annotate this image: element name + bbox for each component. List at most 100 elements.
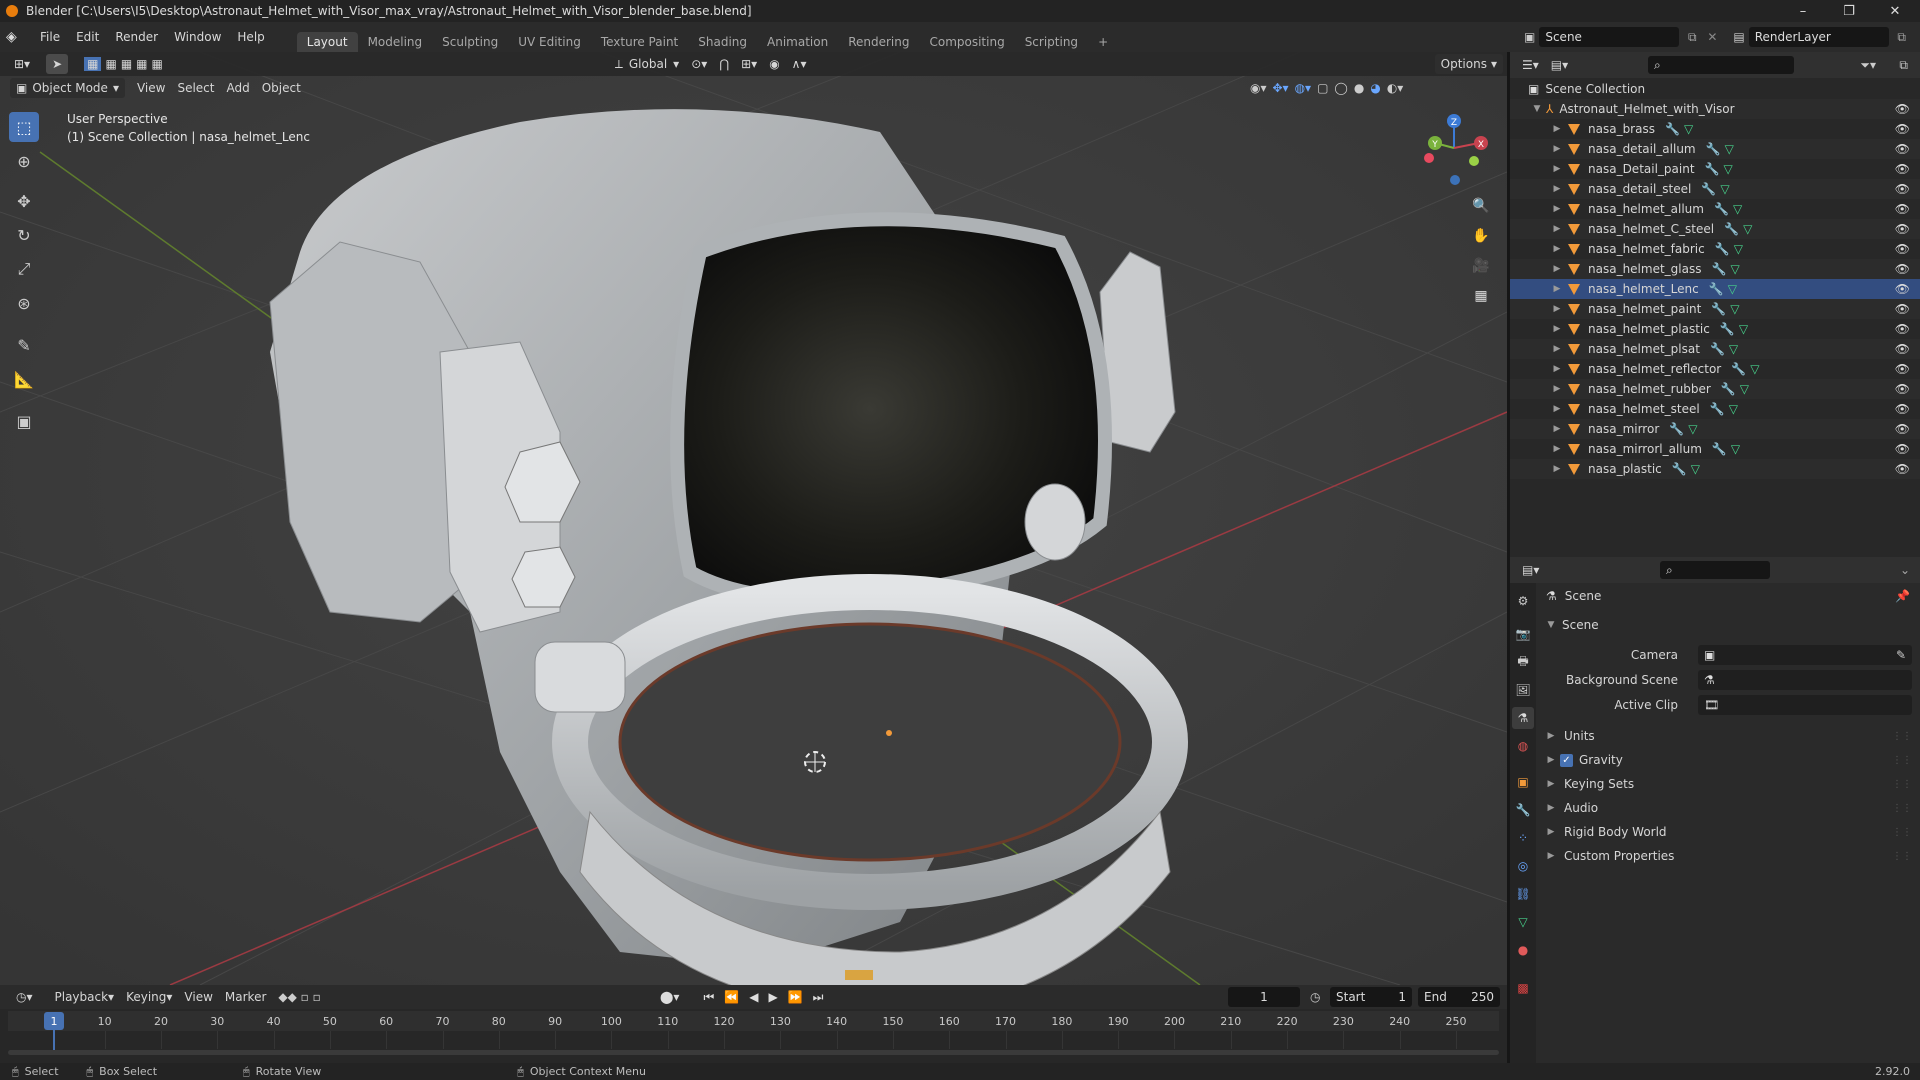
- tab-object[interactable]: ▣: [1512, 771, 1534, 793]
- menu-render[interactable]: Render: [107, 30, 166, 44]
- eye-icon[interactable]: 👁: [1895, 402, 1910, 416]
- expand-icon[interactable]: ▶: [1550, 284, 1564, 294]
- drag-handle-icon[interactable]: ⋮⋮: [1892, 779, 1912, 790]
- mesh-data-icon[interactable]: ▽: [1691, 462, 1700, 476]
- camera-field[interactable]: ▣ ✎: [1698, 645, 1912, 665]
- rendered-shading-icon[interactable]: ◐▾: [1387, 81, 1404, 95]
- panel-expand-icon[interactable]: ▶: [1544, 731, 1558, 741]
- view-layer-icon[interactable]: ▤: [1733, 30, 1744, 44]
- eye-icon[interactable]: 👁: [1895, 202, 1910, 216]
- menu-select[interactable]: Select: [171, 78, 220, 98]
- menu-keying[interactable]: Keying ▾: [120, 987, 178, 1007]
- prev-keyframe-button[interactable]: ⏪: [724, 990, 739, 1004]
- mesh-data-icon[interactable]: ▽: [1728, 282, 1737, 296]
- modifier-icon[interactable]: 🔧: [1705, 162, 1720, 176]
- pin-icon[interactable]: 📌: [1895, 589, 1910, 603]
- modifier-icon[interactable]: 🔧: [1710, 342, 1725, 356]
- mesh-data-icon[interactable]: ▽: [1684, 122, 1693, 136]
- expand-icon[interactable]: ▶: [1550, 144, 1564, 154]
- tab-world[interactable]: ◍: [1512, 735, 1534, 757]
- modifier-icon[interactable]: 🔧: [1712, 442, 1727, 456]
- visibility-eye-icon[interactable]: ◉▾: [1250, 81, 1267, 95]
- display-mode-dropdown[interactable]: ▤▾: [1545, 55, 1574, 75]
- tab-compositing[interactable]: Compositing: [919, 32, 1014, 52]
- mesh-data-icon[interactable]: ▽: [1688, 422, 1697, 436]
- tab-animation[interactable]: Animation: [757, 32, 838, 52]
- modifier-icon[interactable]: 🔧: [1721, 382, 1736, 396]
- zoom-button[interactable]: 🔍: [1468, 193, 1494, 219]
- expand-icon[interactable]: ▶: [1550, 264, 1564, 274]
- eye-icon[interactable]: 👁: [1895, 282, 1910, 296]
- menu-playback[interactable]: Playback ▾: [49, 987, 121, 1007]
- outliner-row-object[interactable]: ▶ nasa_helmet_rubber 🔧 ▽ 👁: [1510, 379, 1920, 399]
- mesh-data-icon[interactable]: ▽: [1750, 362, 1759, 376]
- outliner-row-object[interactable]: ▶ nasa_mirror 🔧 ▽ 👁: [1510, 419, 1920, 439]
- move-tool[interactable]: ✥: [9, 186, 39, 216]
- filter-icon[interactable]: ⏷▾: [1860, 58, 1876, 73]
- outliner-row-object[interactable]: ▶ nasa_helmet_glass 🔧 ▽ 👁: [1510, 259, 1920, 279]
- modifier-icon[interactable]: 🔧: [1724, 222, 1739, 236]
- mesh-data-icon[interactable]: ▽: [1730, 262, 1739, 276]
- outliner-row-object[interactable]: ▶ nasa_helmet_plsat 🔧 ▽ 👁: [1510, 339, 1920, 359]
- neg-x-axis-icon[interactable]: [1424, 153, 1434, 163]
- maximize-button[interactable]: ❐: [1826, 0, 1872, 22]
- expand-icon[interactable]: ▶: [1550, 424, 1564, 434]
- modifier-icon[interactable]: 🔧: [1720, 322, 1735, 336]
- scene-panel-header[interactable]: ▼ Scene: [1536, 614, 1920, 636]
- drag-handle-icon[interactable]: ⋮⋮: [1892, 755, 1912, 766]
- mesh-data-icon[interactable]: ▽: [1743, 222, 1752, 236]
- eye-icon[interactable]: 👁: [1895, 142, 1910, 156]
- tab-scene[interactable]: ⚗: [1512, 707, 1534, 729]
- menu-edit[interactable]: Edit: [68, 30, 107, 44]
- tab-layout[interactable]: Layout: [296, 32, 358, 52]
- navigation-gizmo[interactable]: Z Y X: [1410, 110, 1490, 190]
- select-extend-icon[interactable]: ▦: [105, 57, 116, 71]
- mesh-data-icon[interactable]: ▽: [1731, 442, 1740, 456]
- subpanel-header[interactable]: ▶ ✓ Gravity ⋮⋮: [1536, 749, 1920, 771]
- outliner-row-object[interactable]: ▶ nasa_helmet_paint 🔧 ▽ 👁: [1510, 299, 1920, 319]
- outliner-row-object[interactable]: ▶ nasa_detail_steel 🔧 ▽ 👁: [1510, 179, 1920, 199]
- expand-icon[interactable]: ▶: [1550, 304, 1564, 314]
- gizmo-toggle-icon[interactable]: ✥▾: [1273, 81, 1289, 95]
- expand-icon[interactable]: ▶: [1550, 344, 1564, 354]
- pivot-point-dropdown[interactable]: ⊙▾: [685, 54, 713, 74]
- select-box-tool[interactable]: ⬚: [9, 112, 39, 142]
- material-shading-icon[interactable]: ◕: [1370, 81, 1380, 95]
- modifier-icon[interactable]: 🔧: [1711, 302, 1726, 316]
- play-button[interactable]: ▶: [768, 990, 777, 1004]
- pan-button[interactable]: ✋: [1468, 223, 1494, 249]
- subpanel-header[interactable]: ▶ Audio ⋮⋮: [1536, 797, 1920, 819]
- drag-handle-icon[interactable]: ⋮⋮: [1892, 827, 1912, 838]
- outliner-row-object[interactable]: ▶ nasa_plastic 🔧 ▽ 👁: [1510, 459, 1920, 479]
- mesh-data-icon[interactable]: ▽: [1720, 182, 1729, 196]
- eye-icon[interactable]: 👁: [1895, 322, 1910, 336]
- mesh-data-icon[interactable]: ▽: [1734, 242, 1743, 256]
- mesh-data-icon[interactable]: ▽: [1729, 402, 1738, 416]
- outliner-row-object[interactable]: ▶ nasa_detail_allum 🔧 ▽ 👁: [1510, 139, 1920, 159]
- mesh-data-icon[interactable]: ▽: [1729, 342, 1738, 356]
- modifier-icon[interactable]: 🔧: [1706, 142, 1721, 156]
- new-view-layer-icon[interactable]: ⧉: [1893, 30, 1911, 45]
- snap-toggle[interactable]: ⋂: [713, 54, 735, 74]
- transform-orientation-dropdown[interactable]: ⟂ Global ▾: [609, 54, 685, 74]
- playhead[interactable]: 1: [44, 1012, 64, 1030]
- scene-icon[interactable]: ▣: [1524, 30, 1535, 44]
- scene-selector[interactable]: Scene: [1539, 27, 1680, 47]
- subpanel-header[interactable]: ▶ Keying Sets ⋮⋮: [1536, 773, 1920, 795]
- mesh-data-icon[interactable]: ▽: [1723, 162, 1732, 176]
- panel-expand-icon[interactable]: ▼: [1544, 620, 1558, 630]
- jump-end-button[interactable]: ⏭: [813, 990, 824, 1005]
- eye-icon[interactable]: 👁: [1895, 462, 1910, 476]
- delete-scene-icon[interactable]: ✕: [1705, 30, 1719, 44]
- eye-icon[interactable]: 👁: [1895, 222, 1910, 236]
- expand-icon[interactable]: ▶: [1550, 184, 1564, 194]
- outliner-row-object[interactable]: ▶ nasa_brass 🔧 ▽ 👁: [1510, 119, 1920, 139]
- preview-range-icon[interactable]: ◷: [1310, 990, 1320, 1004]
- blender-menu-icon[interactable]: ◈: [6, 29, 32, 45]
- tab-modeling[interactable]: Modeling: [358, 32, 433, 52]
- modifier-icon[interactable]: 🔧: [1665, 122, 1680, 136]
- snap-target-dropdown[interactable]: ⊞▾: [735, 54, 763, 74]
- tab-sculpting[interactable]: Sculpting: [432, 32, 508, 52]
- expand-icon[interactable]: ▶: [1550, 384, 1564, 394]
- new-collection-icon[interactable]: ⧉: [1899, 58, 1908, 73]
